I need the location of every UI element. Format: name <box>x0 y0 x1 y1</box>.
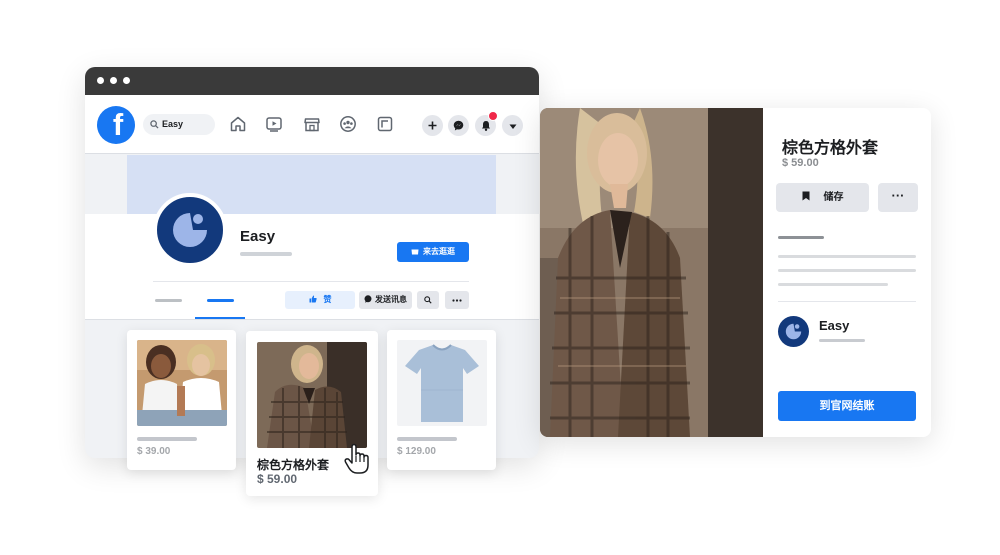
seller-name: Easy <box>819 318 850 333</box>
search-icon <box>150 114 159 137</box>
product-card[interactable]: $ 129.00 <box>387 330 496 470</box>
profile-subtitle-placeholder <box>240 252 292 256</box>
active-tab-indicator <box>195 317 245 319</box>
gaming-icon[interactable] <box>376 115 394 133</box>
search-button[interactable] <box>417 291 439 309</box>
browser-titlebar <box>85 67 539 95</box>
product-image-tshirt <box>397 340 487 426</box>
product-card[interactable]: $ 39.00 <box>127 330 236 470</box>
like-label: 赞 <box>323 295 332 304</box>
like-button[interactable]: 赞 <box>285 291 355 309</box>
brand-logo-icon <box>173 213 207 247</box>
shop-icon <box>411 249 419 255</box>
more-button[interactable] <box>445 291 469 309</box>
product-price: $ 39.00 <box>137 446 171 457</box>
description-line <box>778 269 916 272</box>
window-dot <box>110 77 117 84</box>
search-input[interactable]: Easy <box>143 114 215 135</box>
avatar[interactable] <box>153 193 227 267</box>
plus-icon[interactable] <box>422 115 443 136</box>
bookmark-icon <box>802 191 809 201</box>
facebook-navbar: f Easy <box>85 95 539 154</box>
seller-subtitle-placeholder <box>819 339 865 342</box>
tab-shop-active[interactable] <box>207 299 234 302</box>
window-dot <box>97 77 104 84</box>
notification-badge <box>488 111 498 121</box>
product-detail-panel: 棕色方格外套 $ 59.00 储存 ··· Easy 到官网结账 <box>540 108 931 437</box>
product-title-placeholder <box>397 437 457 441</box>
product-price: $ 59.00 <box>257 472 298 486</box>
caret-down-icon[interactable] <box>502 115 523 136</box>
brand-logo-icon <box>785 323 802 340</box>
profile-name: Easy <box>240 228 276 245</box>
save-label: 储存 <box>823 192 844 203</box>
video-icon[interactable] <box>265 115 283 133</box>
send-message-label: 发送讯息 <box>375 295 407 304</box>
checkout-button[interactable]: 到官网结账 <box>778 391 916 421</box>
facebook-logo[interactable]: f <box>97 106 135 144</box>
search-text: Easy <box>162 119 184 129</box>
ellipsis-icon <box>452 299 462 302</box>
hand-pointer-icon <box>344 443 369 474</box>
visit-shop-button[interactable]: 来去逛逛 <box>397 242 469 262</box>
product-title: 棕色方格外套 <box>782 140 879 157</box>
save-button[interactable]: 储存 <box>776 183 869 212</box>
product-title: 棕色方格外套 <box>257 458 330 472</box>
tab-placeholder[interactable] <box>155 299 182 302</box>
product-title-placeholder <box>137 437 197 441</box>
home-icon[interactable] <box>229 115 247 133</box>
description-line <box>778 255 916 258</box>
seller-avatar[interactable] <box>778 316 809 347</box>
product-hero-image <box>540 108 763 437</box>
product-price: $ 59.00 <box>782 157 819 169</box>
window-dot <box>123 77 130 84</box>
divider <box>778 301 916 302</box>
description-heading-placeholder <box>778 236 824 239</box>
messenger-icon[interactable] <box>448 115 469 136</box>
search-icon <box>424 296 432 304</box>
product-price: $ 129.00 <box>397 446 436 457</box>
description-line <box>778 283 888 286</box>
groups-icon[interactable] <box>339 115 357 133</box>
visit-shop-label: 来去逛逛 <box>423 247 455 256</box>
marketplace-icon[interactable] <box>303 115 321 133</box>
divider <box>153 281 469 282</box>
more-options-button[interactable]: ··· <box>878 183 918 212</box>
product-image-tops <box>137 340 227 426</box>
messenger-icon <box>364 295 372 303</box>
send-message-button[interactable]: 发送讯息 <box>359 291 412 309</box>
thumbs-up-icon <box>309 295 317 303</box>
product-image-plaid-coat <box>257 342 367 448</box>
